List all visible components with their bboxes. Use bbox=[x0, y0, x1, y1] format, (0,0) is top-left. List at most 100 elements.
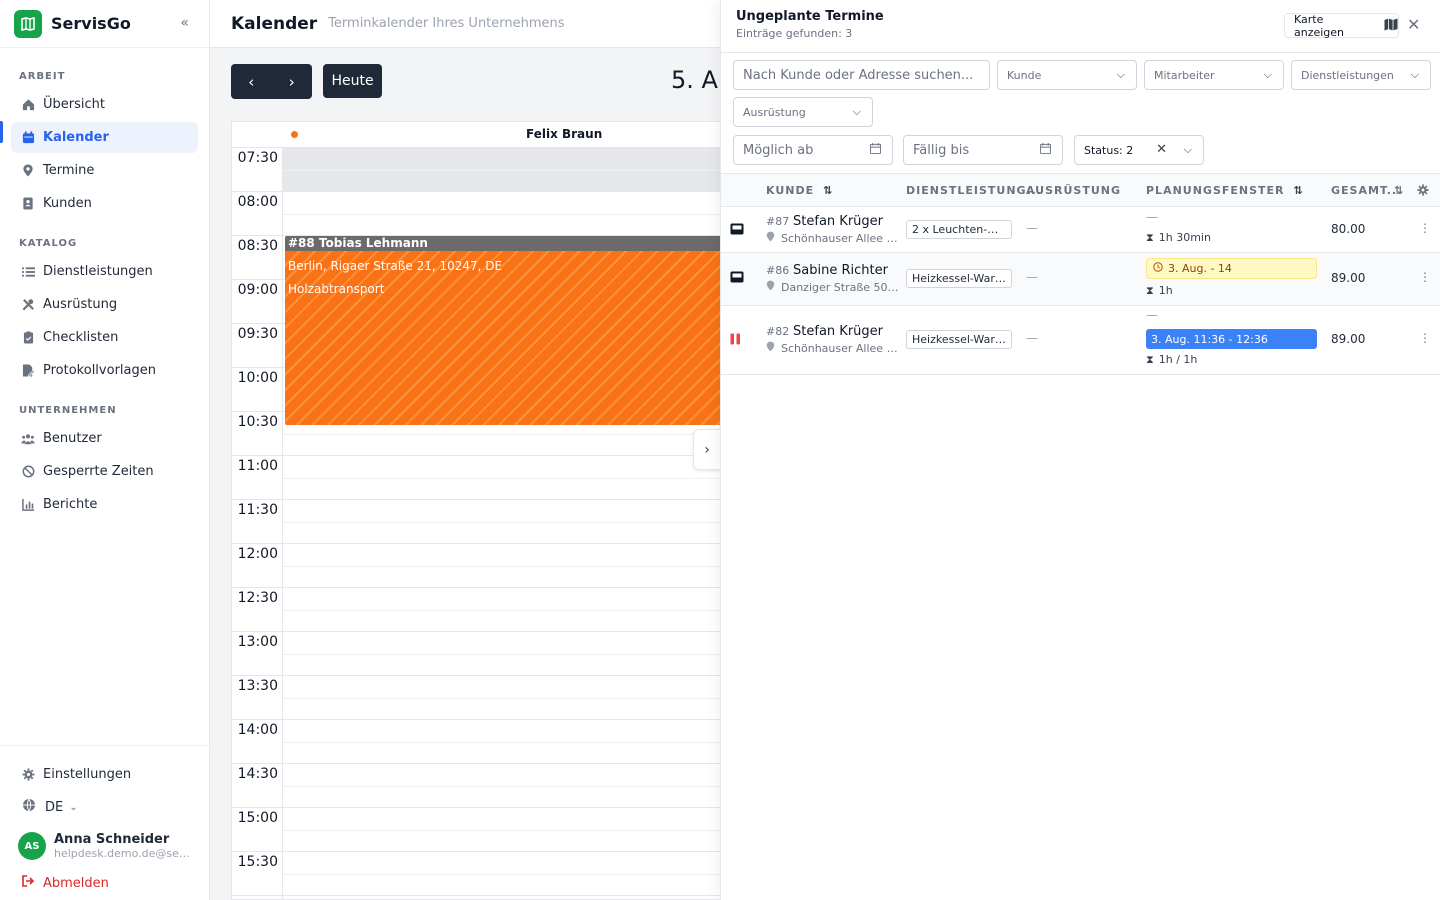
sidebar-item-uebersicht[interactable]: Übersicht bbox=[11, 89, 198, 120]
column-planning-window[interactable]: PLANUNGSFENSTER ⇅ bbox=[1146, 184, 1304, 197]
column-total[interactable]: GESAMT... bbox=[1331, 184, 1402, 197]
users-icon bbox=[21, 432, 35, 446]
sidebar-item-benutzer[interactable]: Benutzer bbox=[11, 423, 198, 454]
sidebar-item-berichte[interactable]: Berichte bbox=[11, 489, 198, 520]
clear-icon[interactable]: ✕ bbox=[1156, 142, 1167, 157]
employee-filter[interactable]: Mitarbeiter ⌵ bbox=[1144, 60, 1284, 90]
sidebar-item-protokollvorlagen[interactable]: Protokollvorlagen bbox=[11, 355, 198, 386]
map-icon bbox=[1384, 18, 1398, 34]
tools-icon bbox=[21, 298, 35, 312]
pin-icon bbox=[766, 231, 775, 245]
planning-window: — bbox=[1146, 210, 1158, 224]
possible-from-label: Möglich ab bbox=[743, 142, 814, 158]
more-icon[interactable]: ⋮ bbox=[1419, 270, 1431, 284]
column-service[interactable]: DIENSTLEISTUNG... bbox=[906, 184, 1042, 197]
customer-address: Danziger Straße 50, ... bbox=[781, 280, 899, 294]
status-filter[interactable]: Status: 2 ✕ ⌵ bbox=[1074, 135, 1204, 165]
equipment-value: — bbox=[1026, 331, 1038, 345]
customer-filter[interactable]: Kunde ⌵ bbox=[997, 60, 1137, 90]
sidebar-item-kalender[interactable]: Kalender bbox=[11, 122, 198, 153]
close-icon[interactable]: ✕ bbox=[1407, 15, 1420, 34]
language-select[interactable]: DE ⌄ bbox=[0, 792, 209, 822]
avatar: AS bbox=[18, 832, 46, 860]
possible-from-date[interactable]: Möglich ab bbox=[733, 135, 893, 165]
time-slot[interactable] bbox=[283, 456, 750, 500]
logout-button[interactable]: Abmelden bbox=[0, 866, 209, 900]
pin-icon bbox=[21, 164, 35, 178]
time-slot[interactable] bbox=[283, 148, 750, 192]
prev-button[interactable]: ‹ bbox=[231, 64, 272, 99]
table-row[interactable]: #87 Stefan Krüger Schönhauser Allee 3...… bbox=[721, 207, 1440, 253]
more-icon[interactable]: ⋮ bbox=[1419, 221, 1431, 235]
time-slot[interactable] bbox=[283, 192, 750, 236]
sidebar-item-kunden[interactable]: Kunden bbox=[11, 188, 198, 219]
equipment-value: — bbox=[1026, 270, 1038, 284]
calendar-icon bbox=[1040, 143, 1051, 157]
sidebar-item-termine[interactable]: Termine bbox=[11, 155, 198, 186]
date-navigation: ‹ › bbox=[231, 64, 312, 99]
time-slot[interactable] bbox=[283, 676, 750, 720]
chevron-down-icon: ⌄ bbox=[69, 801, 78, 813]
next-button[interactable]: › bbox=[272, 64, 313, 99]
gear-icon[interactable] bbox=[1417, 184, 1429, 199]
time-slot[interactable] bbox=[283, 720, 750, 764]
show-map-button[interactable]: Karte anzeigen bbox=[1284, 13, 1399, 39]
sidebar-item-dienstleistungen[interactable]: Dienstleistungen bbox=[11, 256, 198, 287]
time-slot[interactable] bbox=[283, 588, 750, 632]
today-button[interactable]: Heute bbox=[323, 64, 382, 98]
column-equipment[interactable]: AUSRÜSTUNG bbox=[1026, 184, 1121, 197]
inbox-icon bbox=[730, 223, 744, 238]
equipment-filter[interactable]: Ausrüstung ⌵ bbox=[733, 97, 873, 127]
time-label: 09:30 bbox=[232, 324, 282, 368]
time-label: 11:00 bbox=[232, 456, 282, 500]
panel-toggle-button[interactable]: › bbox=[693, 429, 721, 470]
sidebar-item-label: Protokollvorlagen bbox=[43, 363, 156, 378]
time-slot[interactable] bbox=[283, 544, 750, 588]
search-input[interactable]: Nach Kunde oder Adresse suchen... bbox=[733, 60, 990, 90]
globe-icon bbox=[22, 798, 36, 816]
sidebar-item-einstellungen[interactable]: Einstellungen bbox=[11, 759, 198, 790]
appointment-number: #86 bbox=[766, 264, 790, 277]
sidebar-item-gesperrte-zeiten[interactable]: Gesperrte Zeiten bbox=[11, 456, 198, 487]
collapse-sidebar-icon[interactable]: « bbox=[180, 15, 189, 31]
customer-name[interactable]: Stefan Krüger bbox=[793, 214, 883, 229]
equipment-filter-label: Ausrüstung bbox=[743, 105, 806, 119]
sidebar-item-label: Übersicht bbox=[43, 97, 105, 112]
user-profile[interactable]: AS Anna Schneider helpdesk.demo.de@servi… bbox=[0, 822, 209, 866]
event-service: Holzabtransport bbox=[288, 282, 385, 296]
sidebar-item-label: Benutzer bbox=[43, 431, 102, 446]
time-label: 13:30 bbox=[232, 676, 282, 720]
table-row[interactable]: #82 Stefan Krüger Schönhauser Allee 3...… bbox=[721, 306, 1440, 375]
brand[interactable]: ServisGo bbox=[0, 0, 209, 48]
chevron-down-icon: ⌵ bbox=[1116, 68, 1125, 81]
sidebar: ServisGo « ARBEIT Übersicht Kalender Ter… bbox=[0, 0, 210, 900]
customer-name[interactable]: Stefan Krüger bbox=[793, 324, 883, 339]
due-until-date[interactable]: Fällig bis bbox=[903, 135, 1063, 165]
service-tag: Heizkessel-Wartu... bbox=[906, 330, 1012, 349]
time-label: 08:30 bbox=[232, 236, 282, 280]
sidebar-item-ausruestung[interactable]: Ausrüstung bbox=[11, 289, 198, 320]
time-slot[interactable] bbox=[283, 632, 750, 676]
search-placeholder: Nach Kunde oder Adresse suchen... bbox=[743, 67, 974, 83]
chevron-right-icon: › bbox=[288, 72, 295, 91]
sidebar-item-checklisten[interactable]: Checklisten bbox=[11, 322, 198, 353]
sort-icon[interactable]: ⇅ bbox=[1394, 184, 1404, 197]
time-slot[interactable] bbox=[283, 808, 750, 852]
pin-icon bbox=[766, 280, 775, 294]
time-label: 12:00 bbox=[232, 544, 282, 588]
calendar-event[interactable]: #88 Tobias Lehmann Berlin, Rigaer Straße… bbox=[285, 236, 725, 425]
unscheduled-panel: Ungeplante Termine Einträge gefunden: 3 … bbox=[720, 0, 1440, 900]
customer-name[interactable]: Sabine Richter bbox=[793, 263, 888, 278]
time-slot[interactable] bbox=[283, 852, 750, 896]
services-filter[interactable]: Dienstleistungen ⌵ bbox=[1291, 60, 1431, 90]
event-address: Berlin, Rigaer Straße 21, 10247, DE bbox=[288, 259, 503, 273]
column-customer[interactable]: KUNDE ⇅ bbox=[766, 184, 833, 197]
more-icon[interactable]: ⋮ bbox=[1419, 331, 1431, 345]
time-slot[interactable] bbox=[283, 500, 750, 544]
time-slot[interactable] bbox=[283, 764, 750, 808]
table-row[interactable]: #86 Sabine Richter Danziger Straße 50, .… bbox=[721, 253, 1440, 306]
due-until-label: Fällig bis bbox=[913, 142, 970, 158]
time-label: 08:00 bbox=[232, 192, 282, 236]
pin-icon bbox=[766, 341, 775, 355]
employee-filter-label: Mitarbeiter bbox=[1154, 68, 1215, 82]
